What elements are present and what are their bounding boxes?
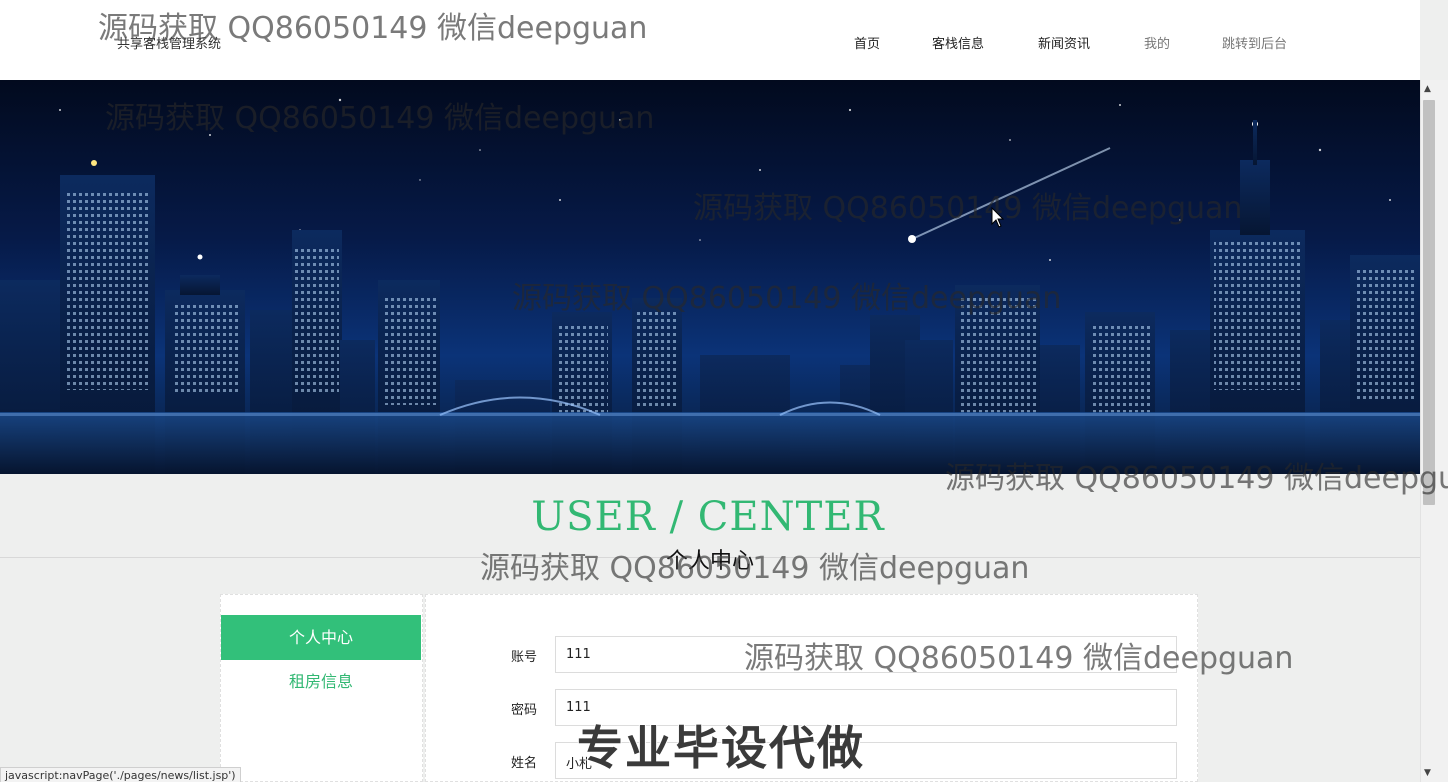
page: 共享客栈管理系统 首页 客栈信息 新闻资讯 我的 跳转到后台 ▲ ▼ USER … — [0, 0, 1448, 782]
account-label: 账号 — [511, 650, 538, 665]
city-night-banner — [0, 80, 1420, 474]
nav-news[interactable]: 新闻资讯 — [1038, 33, 1090, 52]
account-field[interactable]: 111 — [555, 636, 1177, 673]
sidebar-item-rental-info[interactable]: 租房信息 — [221, 669, 421, 695]
name-label: 姓名 — [511, 756, 538, 771]
section-title-en: USER / CENTER — [531, 494, 885, 540]
nav-inn-info[interactable]: 客栈信息 — [932, 33, 984, 52]
site-title: 共享客栈管理系统 — [117, 37, 222, 52]
scroll-down-icon[interactable]: ▼ — [1424, 768, 1431, 778]
scroll-up-icon[interactable]: ▲ — [1424, 84, 1431, 94]
banner-image — [0, 98, 1420, 474]
scrollbar-thumb[interactable] — [1423, 100, 1435, 505]
nav-admin[interactable]: 跳转到后台 — [1222, 33, 1287, 52]
nav-home[interactable]: 首页 — [854, 33, 880, 52]
top-header: 共享客栈管理系统 首页 客栈信息 新闻资讯 我的 跳转到后台 — [0, 0, 1420, 80]
nav-mine[interactable]: 我的 — [1144, 33, 1170, 52]
watermark-big-text: 专业毕设代做 — [576, 720, 865, 776]
mouse-cursor-icon — [991, 207, 1005, 228]
status-bar-url: javascript:navPage('./pages/news/list.js… — [0, 767, 241, 782]
section-title-cn: 个人中心 — [665, 549, 754, 574]
password-label: 密码 — [511, 703, 538, 718]
sidebar-item-user-center[interactable]: 个人中心 — [221, 615, 421, 660]
